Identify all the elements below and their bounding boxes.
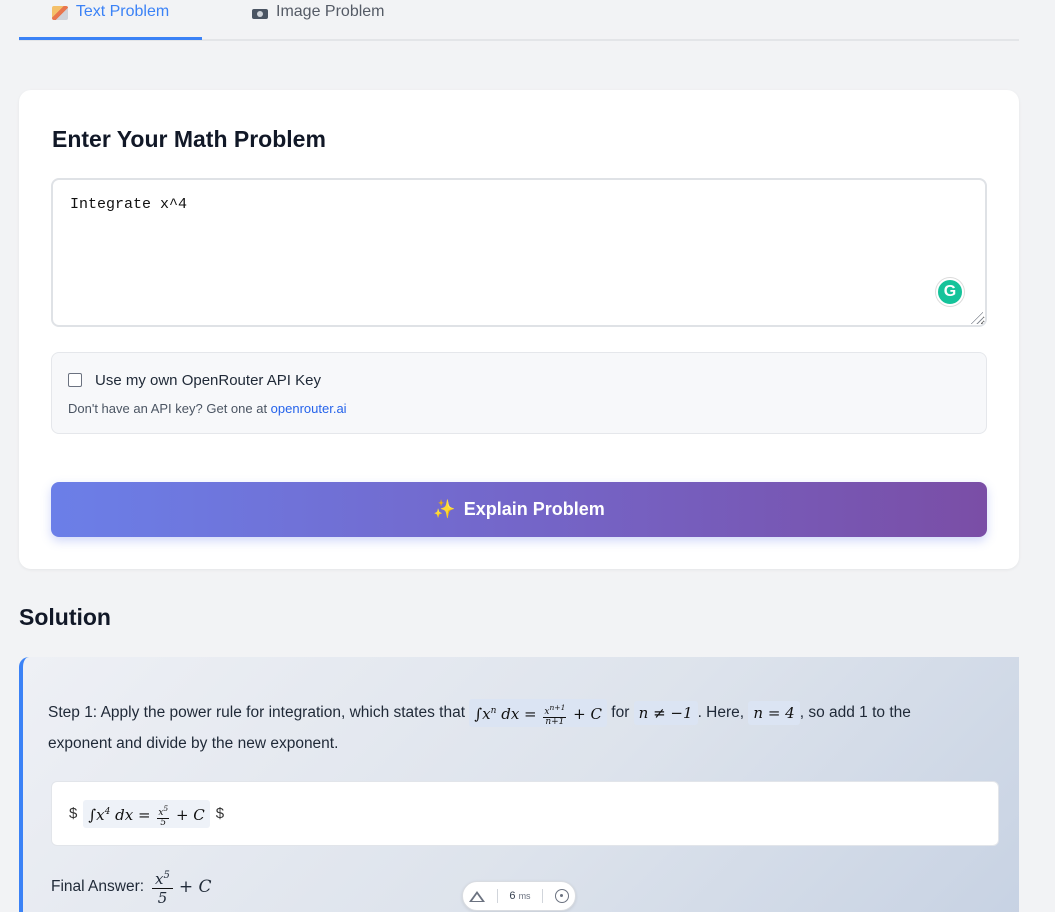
perf-toolbar: 6 ms [462,881,576,911]
card-title: Enter Your Math Problem [52,126,326,152]
timing-unit: ms [518,891,531,901]
final-answer-label: Final Answer: [51,878,145,895]
problem-input[interactable] [51,178,987,327]
n-value-formula: n = 4 [748,700,800,725]
tab-label: Text Problem [75,3,170,20]
condition-formula: n ≠ −1 [633,700,698,725]
api-note-text: Don't have an API key? Get one at [68,401,271,416]
step-text: for [611,704,630,721]
pencil-icon [51,6,68,20]
solution-title: Solution [19,604,111,630]
problem-card: Enter Your Math Problem G Use my own Ope… [19,90,1019,569]
openrouter-link[interactable]: openrouter.ai [271,401,347,416]
crosshair-icon[interactable] [555,889,570,903]
final-answer: Final Answer: x5 5 + C [51,867,212,907]
timing-value: 6 [509,890,516,902]
final-fraction: x5 5 [152,867,173,907]
final-constant: + C [178,877,212,897]
tab-label: Image Problem [276,3,385,20]
sparkle-icon: ✨ [433,499,456,519]
step-1: Step 1: Apply the power rule for integra… [48,697,978,759]
explain-problem-button[interactable]: ✨ Explain Problem [51,482,987,537]
dollar-sign: $ [215,805,225,822]
integral-formula: ∫x4 dx = x5 5 + C [83,799,210,828]
formula-box: $ ∫x4 dx = x5 5 + C $ [51,781,999,846]
tab-text-problem[interactable]: Text Problem [19,0,202,40]
step-text: . Here, [697,704,745,721]
triangle-logo-icon[interactable] [468,890,485,902]
api-key-section: Use my own OpenRouter API Key Don't have… [51,352,987,434]
timing-readout: 6 ms [509,890,530,902]
separator [496,889,498,903]
solution-panel: Step 1: Apply the power rule for integra… [19,657,1019,912]
tab-bar: Text Problem Image Problem [19,0,1019,41]
api-key-checkbox[interactable] [68,373,82,387]
step-text: Step 1: Apply the power rule for integra… [48,704,466,721]
grammarly-icon[interactable]: G [936,278,964,306]
tab-image-problem[interactable]: Image Problem [252,0,385,40]
separator [542,889,544,903]
power-rule-formula: ∫xn dx = xn+1 n+1 + C [469,698,607,727]
api-key-note: Don't have an API key? Get one at openro… [68,401,347,416]
dollar-sign: $ [69,805,78,822]
camera-icon [252,9,268,19]
explain-button-label: Explain Problem [463,499,605,519]
api-key-label[interactable]: Use my own OpenRouter API Key [95,372,321,389]
